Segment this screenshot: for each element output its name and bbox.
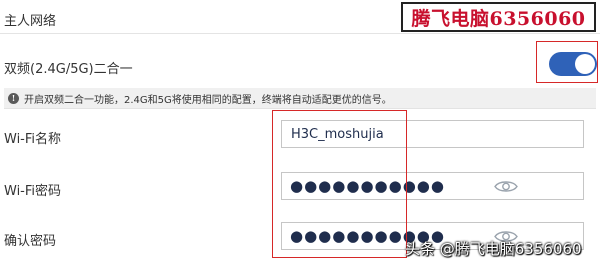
wifi-name-label: Wi-Fi名称 <box>4 132 62 147</box>
toggle-knob <box>575 54 595 74</box>
divider <box>0 33 600 34</box>
eye-icon[interactable] <box>494 179 518 194</box>
fields-highlight-box <box>272 110 407 258</box>
watermark-footer: 头条 @腾飞电脑6356060 <box>405 240 582 258</box>
info-icon: ! <box>8 92 19 104</box>
dual-band-toggle[interactable] <box>549 52 597 76</box>
info-bar: ! 开启双频二合一功能，2.4G和5G将使用相同的配置，终端将自动适配更优的信号… <box>4 88 596 109</box>
watermark-banner: 腾飞电脑6356060 <box>401 2 596 32</box>
section-title: 主人网络 <box>4 14 57 29</box>
wifi-password-label: Wi-Fi密码 <box>4 184 62 199</box>
info-text: 开启双频二合一功能，2.4G和5G将使用相同的配置，终端将自动适配更优的信号。 <box>24 94 392 106</box>
dual-band-label: 双频(2.4G/5G)二合一 <box>4 62 133 77</box>
confirm-password-label: 确认密码 <box>4 234 57 249</box>
